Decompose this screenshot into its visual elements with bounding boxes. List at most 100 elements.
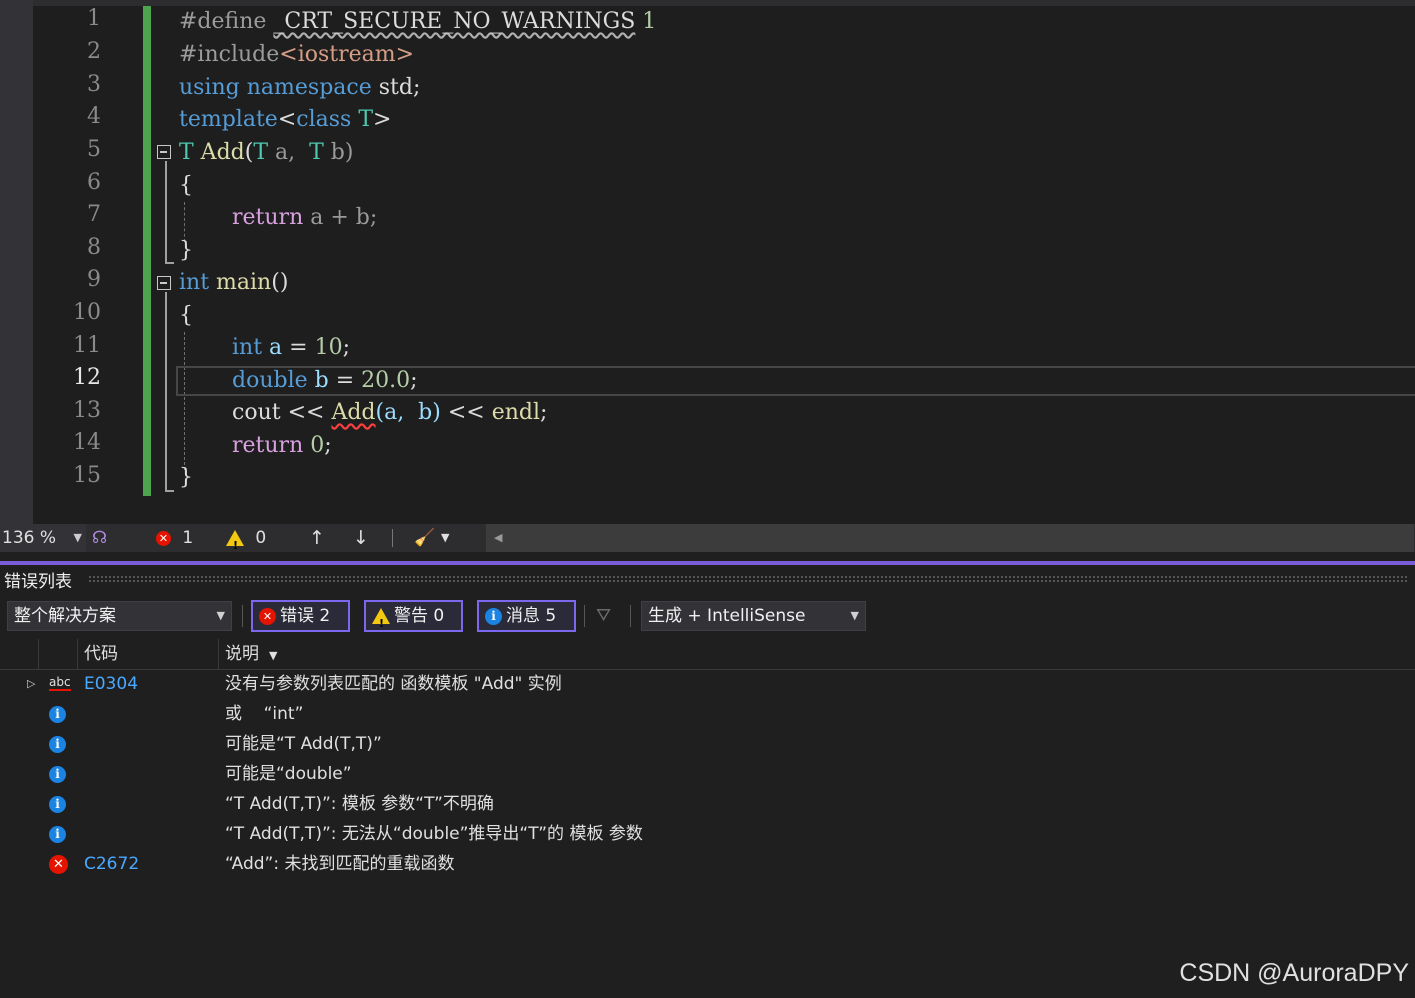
error-count-indicator[interactable]: ✕ 1 [156, 524, 193, 552]
copilot-icon[interactable]: ☊ [92, 524, 107, 552]
expand-icon[interactable]: ▷ [27, 669, 35, 699]
keyword: int [179, 270, 210, 295]
column-header-code-label: 代码 [84, 644, 118, 664]
keyword: int [232, 335, 263, 360]
info-icon: i [49, 735, 66, 753]
error-icon: ✕ [259, 607, 276, 625]
keyword-return: return [232, 205, 304, 230]
error-count: 1 [182, 528, 194, 548]
code-text: = [282, 335, 315, 360]
function-name: Add [193, 140, 245, 165]
error-code-link[interactable]: C2672 [84, 849, 139, 879]
line-number: 7 [87, 202, 101, 227]
error-description: 没有与参数列表匹配的 函数模板 "Add" 实例 [225, 674, 562, 694]
include-path: <iostream> [279, 42, 415, 67]
line-number: 8 [87, 235, 101, 260]
fold-line [165, 161, 167, 263]
code-line-8[interactable]: } [179, 235, 193, 267]
table-row[interactable]: i 可能是“T Add(T,T)” [0, 729, 1415, 759]
column-header-code[interactable]: 代码 [77, 639, 219, 669]
table-row[interactable]: ✕ C2672 “Add”: 未找到匹配的重载函数 [0, 849, 1415, 879]
code-line-4[interactable]: template<class T> [179, 104, 391, 136]
code-line-1[interactable]: #define _CRT_SECURE_NO_WARNINGS 1 [179, 6, 656, 38]
type-param: T [309, 140, 324, 165]
type-param: T [351, 107, 373, 132]
code-editor[interactable]: 1 2 3 4 5 6 7 8 9 10 11 12 13 14 15 #def… [0, 0, 1415, 524]
collapse-add-function-icon[interactable] [157, 145, 171, 159]
code-line-9[interactable]: int main() [179, 267, 288, 299]
code-text: = [328, 368, 362, 393]
fold-line [165, 292, 167, 491]
error-table-header: 代码 说明 ▼ [0, 639, 1415, 670]
chevron-down-icon: ▼ [850, 609, 859, 622]
operator: << [280, 400, 332, 425]
divider [392, 529, 393, 547]
chevron-down-icon: ▼ [216, 609, 225, 622]
type-param: T [253, 140, 269, 165]
horizontal-scrollbar[interactable]: ◀ [486, 524, 1414, 552]
fold-line-end [165, 262, 174, 264]
table-row[interactable]: i “T Add(T,T)”: 无法从“double”推导出“T”的 模板 参数 [0, 819, 1415, 849]
scope-dropdown[interactable]: 整个解决方案 ▼ [7, 601, 232, 631]
error-icon: ✕ [49, 849, 68, 879]
code-line-2[interactable]: #include<iostream> [179, 39, 414, 71]
next-issue-icon[interactable]: ↓ [353, 524, 369, 552]
info-icon: i [49, 699, 66, 729]
line-number: 5 [87, 137, 101, 162]
source-dropdown[interactable]: 生成 + IntelliSense ▼ [641, 601, 866, 631]
code-line-10[interactable]: { [179, 300, 193, 332]
collapse-main-function-icon[interactable] [157, 276, 171, 290]
zoom-dropdown[interactable]: 136 % ▼ [0, 524, 86, 552]
call-args: (a, b) [375, 400, 441, 425]
scroll-left-icon[interactable]: ◀ [494, 524, 502, 552]
error-description: 可能是“T Add(T,T)” [225, 734, 382, 754]
previous-issue-icon[interactable]: ↑ [309, 524, 325, 552]
keyword-return: return [232, 433, 304, 458]
code-line-14[interactable]: return 0; [232, 430, 332, 462]
identifier: cout [232, 400, 281, 425]
param-b: b) [323, 140, 354, 165]
warnings-filter-button[interactable]: 警告 0 [364, 600, 463, 638]
code-line-6[interactable]: { [179, 170, 193, 202]
code-text: ; [324, 433, 332, 458]
warning-count-indicator[interactable]: 0 [226, 524, 267, 560]
messages-filter-label: 消息 5 [506, 606, 557, 626]
panel-grip[interactable] [88, 575, 1408, 583]
table-row[interactable]: i 或 “int” [0, 699, 1415, 729]
sort-descending-icon: ▼ [269, 649, 278, 662]
code-text: ; [342, 335, 350, 360]
table-row[interactable]: i “T Add(T,T)”: 模板 参数“T”不明确 [0, 789, 1415, 819]
brace: } [179, 465, 193, 490]
warning-count: 0 [255, 528, 267, 548]
operator: << [440, 400, 492, 425]
code-line-13[interactable]: cout << Add(a, b) << endl; [232, 397, 547, 429]
variable: b [307, 368, 329, 393]
brace: } [179, 238, 193, 263]
column-header-description[interactable]: 说明 ▼ [218, 639, 1415, 669]
messages-filter-button[interactable]: i 消息 5 [477, 600, 576, 632]
code-line-12[interactable]: double b = 20.0; [232, 365, 418, 397]
chevron-down-icon[interactable]: ▼ [441, 524, 449, 552]
function-call-error[interactable]: Add [331, 400, 375, 425]
code-line-5[interactable]: T Add(T a, T b) [179, 137, 353, 169]
line-number: 2 [87, 39, 101, 64]
table-row[interactable]: i 可能是“double” [0, 759, 1415, 789]
table-row[interactable]: ▷ abc E0304 没有与参数列表匹配的 函数模板 "Add" 实例 [0, 669, 1415, 699]
code-line-7[interactable]: return a + b; [232, 202, 377, 234]
editor-left-margin [0, 0, 33, 524]
code-text: std; [371, 75, 421, 100]
line-number: 10 [73, 300, 101, 325]
filter-icon[interactable]: ⛛ [596, 605, 611, 626]
type-param: T [179, 140, 194, 165]
code-line-11[interactable]: int a = 10; [232, 332, 350, 364]
error-code-link[interactable]: E0304 [84, 669, 138, 699]
code-line-3[interactable]: using namespace std; [179, 72, 420, 104]
variable: a [262, 335, 283, 360]
macro-name: _CRT_SECURE_NO_WARNINGS [273, 9, 636, 34]
error-description: 可能是“double” [225, 764, 352, 784]
info-icon: i [49, 729, 66, 759]
code-cleanup-icon[interactable]: 🧹 [414, 524, 435, 552]
keyword: class [296, 107, 352, 132]
code-line-15[interactable]: } [179, 462, 193, 494]
errors-filter-button[interactable]: ✕ 错误 2 [251, 600, 350, 632]
